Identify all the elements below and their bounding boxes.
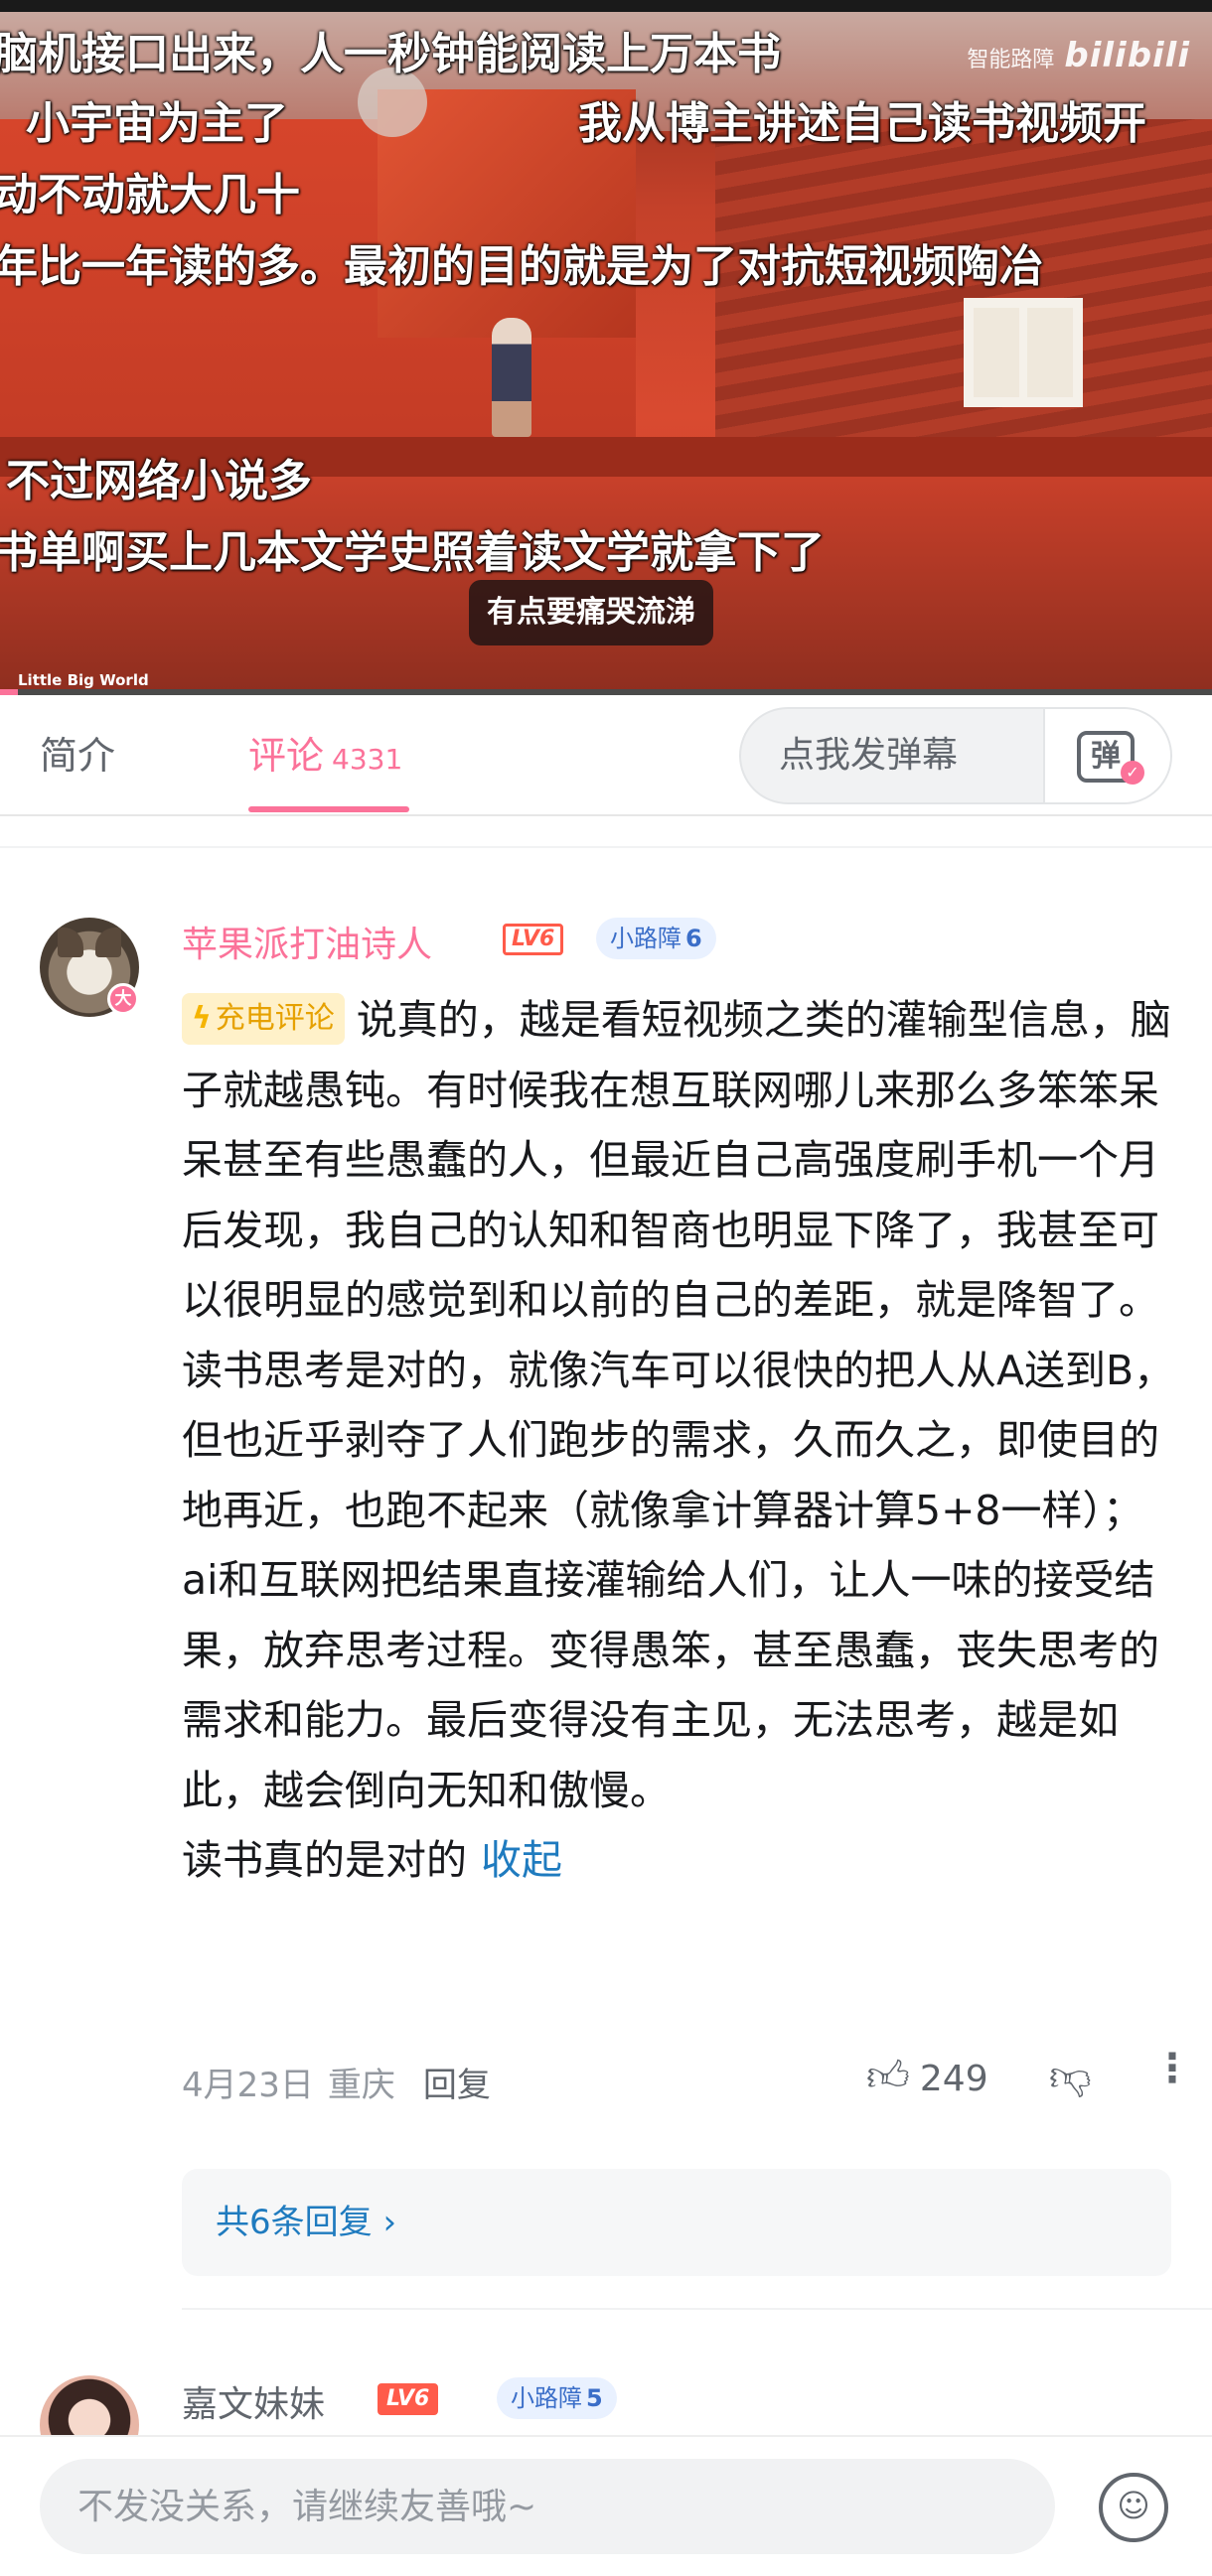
- bilibili-logo: bilibili: [1064, 36, 1190, 75]
- danmaku-text: 年比一年读的多。最初的目的就是为了对抗短视频陶冶: [0, 241, 1043, 292]
- tab-comments-count: 4331: [332, 743, 403, 776]
- fan-medal-level: 6: [685, 925, 702, 952]
- danmaku-text: 动不动就大几十: [0, 170, 300, 220]
- avatar-ear: [58, 928, 83, 957]
- danmaku-text: 小宇宙为主了: [26, 98, 288, 149]
- corner-watermark: Little Big World: [18, 671, 149, 689]
- danmaku-input-button[interactable]: 点我发弹幕 弹 ✓: [739, 707, 1172, 804]
- reply-button[interactable]: 回复: [423, 2066, 491, 2105]
- tab-comments-label: 评论: [248, 734, 325, 778]
- comment-date: 4月23日: [182, 2066, 314, 2105]
- video-scene-window: [964, 298, 1083, 407]
- view-replies-button[interactable]: 共6条回复 ›: [182, 2169, 1171, 2276]
- danmaku-toggle[interactable]: 弹 ✓: [1043, 709, 1170, 802]
- thumbs-up-icon: 👍︎: [866, 2052, 910, 2100]
- like-button[interactable]: 👍︎ 249: [866, 2052, 988, 2102]
- check-icon: ✓: [1121, 761, 1144, 785]
- status-bar-strip: [0, 0, 1212, 12]
- charge-comment-tag: ϟ 充电评论: [182, 993, 345, 1045]
- fan-medal-name: 小路障: [511, 2384, 582, 2412]
- comment-text-content: 说真的，越是看短视频之类的灌输型信息，脑子就越愚钝。有时候我在想互联网哪儿来那么…: [182, 996, 1175, 1814]
- bilibili-watermark: 智能路障 bilibili: [967, 36, 1190, 75]
- level-badge: LV6: [503, 924, 564, 955]
- dislike-button[interactable]: 👎︎: [1049, 2052, 1092, 2102]
- comment-text: ϟ 充电评论 说真的，越是看短视频之类的灌输型信息，脑子就越愚钝。有时候我在想互联网…: [182, 985, 1175, 1896]
- fan-medal-name: 小路障: [610, 925, 682, 952]
- collapse-link[interactable]: 收起: [481, 1836, 562, 1884]
- bilibili-video-page: 脑机接口出来，人一秒钟能阅读上万本书 小宇宙为主了 我从博主讲述自己读书视频开 …: [0, 0, 1212, 2576]
- charge-comment-label: 充电评论: [215, 1001, 335, 1036]
- danmaku-text: 脑机接口出来，人一秒钟能阅读上万本书: [0, 29, 781, 79]
- comment-input[interactable]: [40, 2459, 1055, 2554]
- emoji-icon[interactable]: ☺: [1099, 2473, 1168, 2542]
- replies-count-label: 共6条回复: [216, 2203, 373, 2242]
- video-subtitle: 有点要痛哭流涕: [469, 580, 713, 645]
- avatar-ear: [95, 928, 121, 957]
- danmaku-text: 书单啊买上几本文学史照着读文学就拿下了: [0, 527, 825, 578]
- more-vertical-icon[interactable]: ⋮: [1152, 2046, 1192, 2091]
- danmaku-input-label: 点我发弹幕: [779, 735, 959, 776]
- fan-medal-badge[interactable]: 小路障 6: [596, 918, 716, 959]
- divider: [0, 846, 1212, 848]
- chevron-right-icon: ›: [382, 2203, 397, 2242]
- thumbs-down-icon: 👎︎: [1049, 2052, 1092, 2100]
- comment-text-last-line: 读书真的是对的: [182, 1836, 467, 1884]
- comment-input-bar: ☺: [0, 2435, 1212, 2576]
- video-player[interactable]: 脑机接口出来，人一秒钟能阅读上万本书 小宇宙为主了 我从博主讲述自己读书视频开 …: [0, 0, 1212, 695]
- tab-comments[interactable]: 评论 4331: [248, 695, 402, 816]
- comment-username[interactable]: 苹果派打油诗人: [182, 916, 432, 967]
- like-count: 249: [919, 2059, 988, 2099]
- watermark-label: 智能路障: [967, 48, 1055, 72]
- lightning-icon: ϟ: [192, 1001, 212, 1036]
- video-scene-person: [492, 318, 531, 437]
- level-badge: LV6: [378, 2383, 439, 2415]
- vip-badge: 大: [107, 983, 139, 1015]
- fan-medal-level: 5: [586, 2384, 603, 2412]
- fan-medal-badge[interactable]: 小路障 5: [497, 2377, 617, 2419]
- comment-divider: [182, 2308, 1212, 2310]
- comment-username[interactable]: 嘉文妹妹: [182, 2375, 325, 2427]
- tab-intro[interactable]: 简介: [40, 695, 115, 816]
- view-replies-label: 共6条回复 ›: [216, 2169, 396, 2276]
- comment-meta: 4月23日 重庆 回复: [182, 2058, 491, 2106]
- danmaku-text: 不过网络小说多: [6, 456, 312, 506]
- tab-active-indicator: [248, 806, 409, 812]
- comment-location: 重庆: [327, 2066, 395, 2105]
- danmaku-text: 我从博主讲述自己读书视频开: [578, 98, 1146, 149]
